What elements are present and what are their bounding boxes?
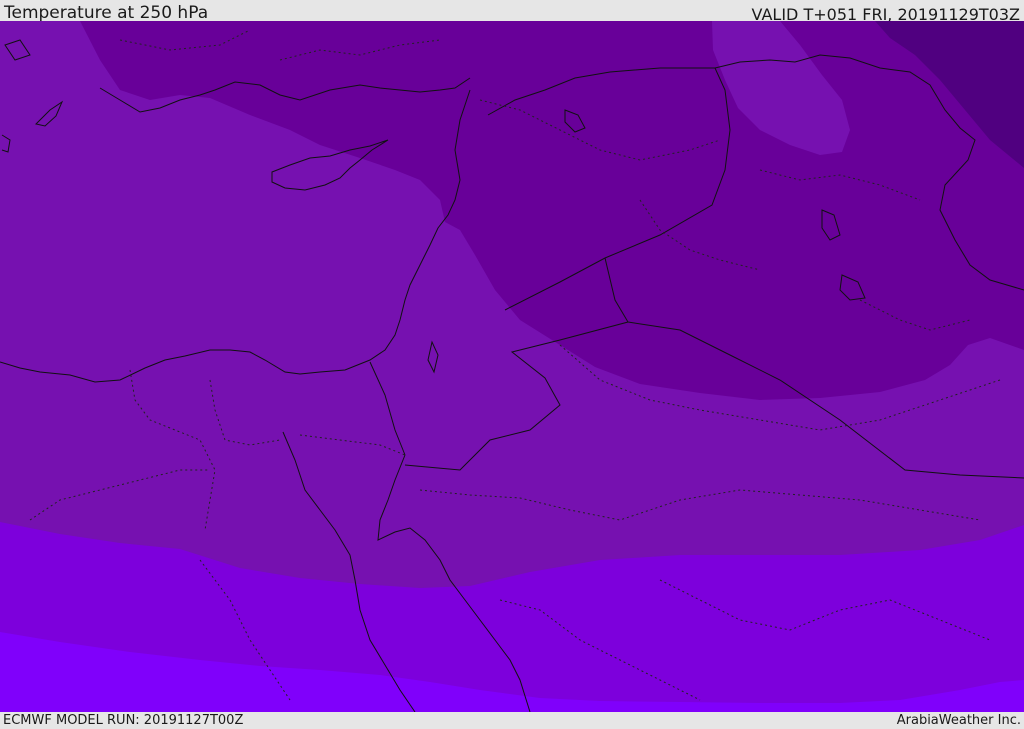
model-run-label: ECMWF MODEL RUN: 20191127T00Z [3,713,244,728]
credit-label: ArabiaWeather Inc. [896,713,1021,728]
footer-bar: ECMWF MODEL RUN: 20191127T00Z ArabiaWeat… [0,712,1024,729]
map-title: Temperature at 250 hPa [4,3,209,23]
map-canvas [0,21,1024,713]
weather-map [0,21,1024,713]
header-bar: Temperature at 250 hPa VALID T+051 FRI, … [0,0,1024,24]
